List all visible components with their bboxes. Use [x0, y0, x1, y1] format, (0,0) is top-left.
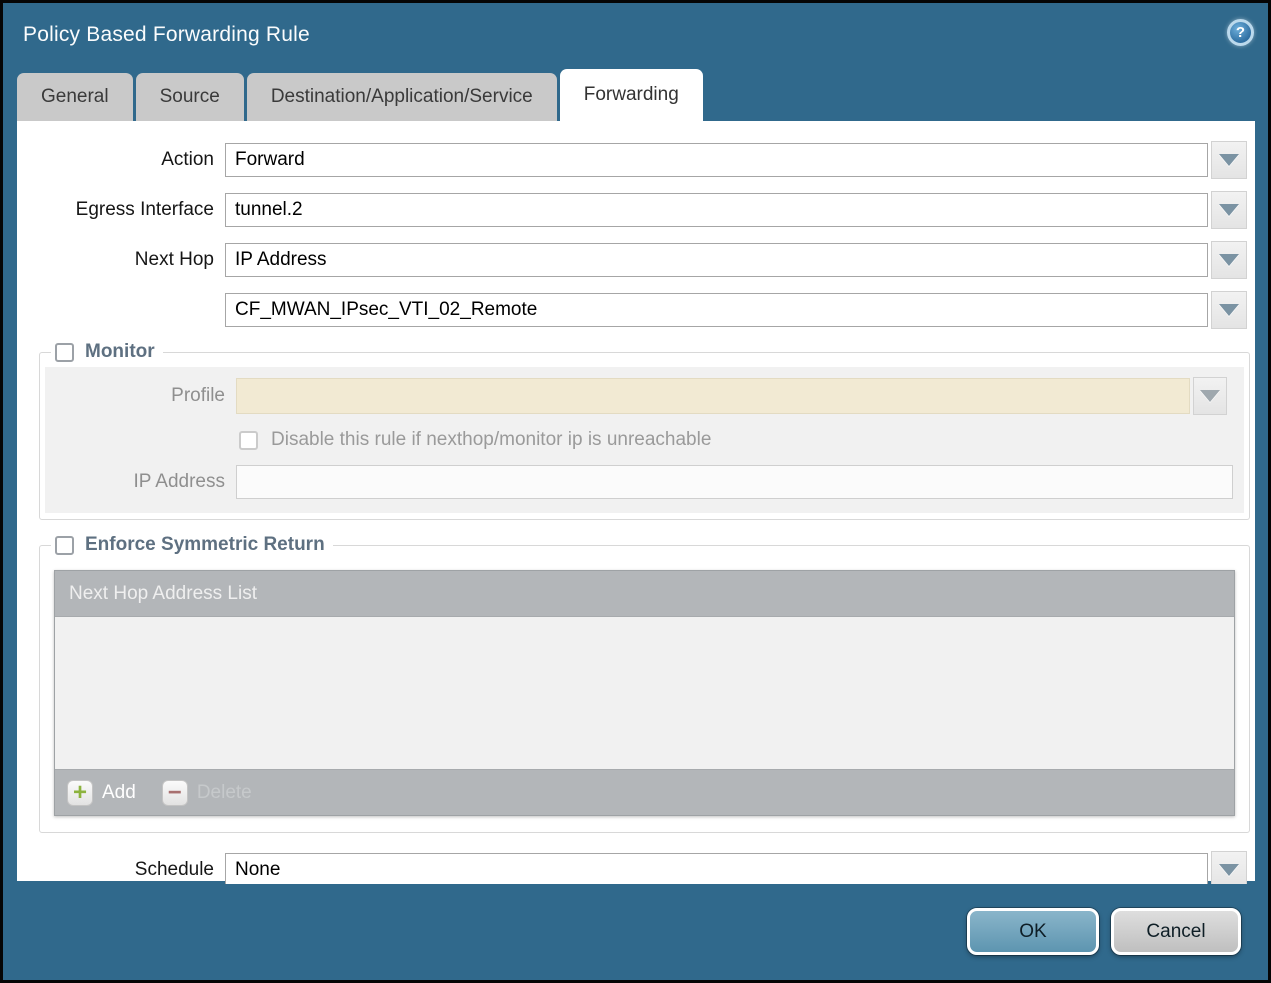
action-input[interactable]: [225, 143, 1208, 177]
monitor-title: Monitor: [85, 341, 155, 363]
monitor-ip-input: [236, 465, 1233, 499]
symmetric-return-legend: Enforce Symmetric Return: [51, 534, 333, 556]
egress-interface-dropdown-button[interactable]: [1211, 191, 1247, 229]
add-button[interactable]: + Add: [67, 780, 136, 806]
next-hop-address-list-toolbar: + Add − Delete: [55, 769, 1234, 815]
help-icon[interactable]: ?: [1227, 19, 1254, 46]
next-hop-type-input[interactable]: [225, 243, 1208, 277]
egress-interface-dropdown: [225, 191, 1247, 229]
profile-dropdown-button: [1193, 377, 1227, 415]
monitor-panel: Profile Disable this rule if nexthop/mon…: [45, 367, 1244, 513]
dialog-title: Policy Based Forwarding Rule: [23, 23, 310, 47]
schedule-input[interactable]: [225, 853, 1208, 887]
tab-destination-application-service[interactable]: Destination/Application/Service: [247, 73, 557, 121]
monitor-checkbox[interactable]: [55, 343, 74, 362]
tab-source[interactable]: Source: [136, 73, 244, 121]
next-hop-type-dropdown-button[interactable]: [1211, 241, 1247, 279]
chevron-down-icon: [1200, 390, 1220, 402]
next-hop-row: Next Hop: [17, 241, 1255, 279]
next-hop-type-dropdown: [225, 241, 1247, 279]
action-row: Action: [17, 141, 1255, 179]
ok-button[interactable]: OK: [967, 908, 1099, 955]
action-dropdown-button[interactable]: [1211, 141, 1247, 179]
action-label: Action: [17, 149, 214, 171]
tab-forwarding[interactable]: Forwarding: [560, 69, 703, 121]
cancel-button[interactable]: Cancel: [1111, 908, 1241, 955]
disable-rule-row: Disable this rule if nexthop/monitor ip …: [239, 429, 1237, 451]
next-hop-address-dropdown-button[interactable]: [1211, 291, 1247, 329]
egress-interface-label: Egress Interface: [17, 199, 214, 221]
egress-interface-row: Egress Interface: [17, 191, 1255, 229]
monitor-fieldset: Monitor Profile Disable this rule if nex…: [39, 341, 1250, 520]
monitor-ip-row: IP Address: [45, 465, 1237, 499]
monitor-ip-label: IP Address: [45, 471, 225, 493]
dialog-titlebar: Policy Based Forwarding Rule ?: [3, 3, 1268, 69]
minus-icon: −: [162, 780, 188, 806]
next-hop-address-list-table: Next Hop Address List + Add − Delete: [54, 570, 1235, 816]
delete-button-label: Delete: [197, 782, 252, 804]
chevron-down-icon: [1219, 154, 1239, 166]
add-button-label: Add: [102, 782, 136, 804]
profile-row: Profile: [45, 377, 1237, 415]
plus-icon: +: [67, 780, 93, 806]
chevron-down-icon: [1219, 204, 1239, 216]
symmetric-return-checkbox[interactable]: [55, 536, 74, 555]
chevron-down-icon: [1219, 254, 1239, 266]
egress-interface-input[interactable]: [225, 193, 1208, 227]
next-hop-address-list-body[interactable]: [55, 617, 1234, 769]
symmetric-return-title: Enforce Symmetric Return: [85, 534, 325, 556]
profile-input: [236, 378, 1190, 414]
tab-general[interactable]: General: [17, 73, 133, 121]
next-hop-address-row: [17, 291, 1255, 329]
disable-rule-label: Disable this rule if nexthop/monitor ip …: [271, 429, 711, 451]
action-dropdown: [225, 141, 1247, 179]
schedule-label: Schedule: [17, 859, 214, 881]
symmetric-return-fieldset: Enforce Symmetric Return Next Hop Addres…: [39, 534, 1250, 833]
delete-button: − Delete: [162, 780, 252, 806]
chevron-down-icon: [1219, 304, 1239, 316]
disable-rule-checkbox: [239, 431, 258, 450]
monitor-legend: Monitor: [51, 341, 163, 363]
next-hop-label: Next Hop: [17, 249, 214, 271]
tab-bar: General Source Destination/Application/S…: [17, 69, 703, 121]
dialog-footer: OK Cancel: [6, 884, 1265, 977]
pbf-rule-dialog: Policy Based Forwarding Rule ? General S…: [0, 0, 1271, 983]
next-hop-address-dropdown: [225, 291, 1247, 329]
profile-label: Profile: [45, 385, 225, 407]
next-hop-address-input[interactable]: [225, 293, 1208, 327]
chevron-down-icon: [1219, 864, 1239, 876]
next-hop-address-list-header: Next Hop Address List: [55, 571, 1234, 617]
forwarding-tab-panel: Action Egress Interface Next Hop: [17, 121, 1255, 881]
